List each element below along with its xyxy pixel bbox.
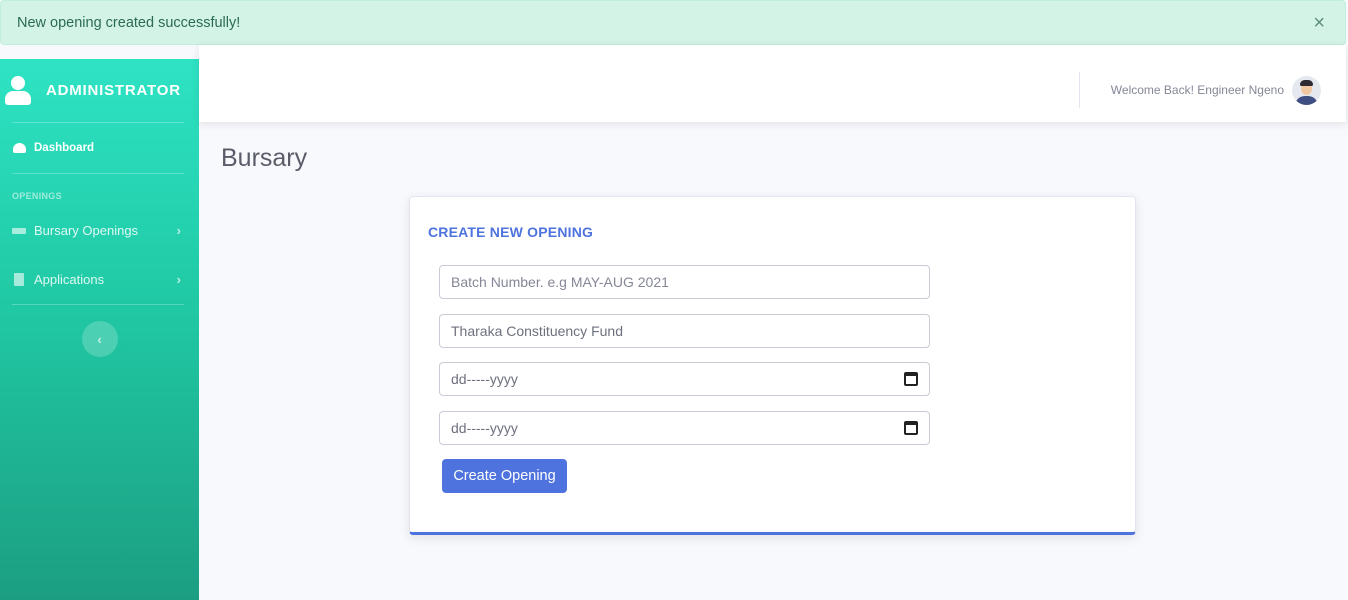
- avatar[interactable]: [1292, 75, 1321, 105]
- sidebar-item-label: Applications: [34, 272, 105, 287]
- sidebar-item-label: Bursary Openings: [34, 223, 139, 238]
- create-opening-button[interactable]: Create Opening: [442, 459, 567, 493]
- topbar: Welcome Back! Engineer Ngeno: [199, 45, 1346, 122]
- sidebar-item-label: Dashboard: [34, 142, 95, 154]
- sidebar-heading: OPENINGS: [12, 191, 62, 201]
- success-alert: New opening created successfully! ×: [0, 0, 1346, 45]
- sidebar-item-bursary-openings[interactable]: Bursary Openings ›: [0, 206, 199, 255]
- topbar-divider: [1078, 72, 1080, 108]
- welcome-text[interactable]: Welcome Back! Engineer Ngeno: [1111, 83, 1284, 97]
- brand-title: ADMINISTRATOR: [46, 82, 181, 99]
- sidebar-item-dashboard[interactable]: Dashboard: [0, 123, 199, 173]
- end-date-field[interactable]: dd-----yyyy: [439, 411, 930, 445]
- close-icon[interactable]: ×: [1313, 13, 1329, 33]
- fund-field[interactable]: [439, 314, 930, 348]
- sidebar: ADMINISTRATOR Dashboard OPENINGS Bursary…: [0, 59, 199, 600]
- end-date-value: dd-----yyyy: [451, 420, 518, 436]
- card-title: CREATE NEW OPENING: [428, 224, 594, 240]
- start-date-value: dd-----yyyy: [451, 371, 518, 387]
- chevron-right-icon: ›: [176, 223, 181, 238]
- calendar-icon[interactable]: [904, 372, 918, 386]
- sidebar-toggle-button[interactable]: ‹: [81, 321, 118, 357]
- sidebar-brand[interactable]: ADMINISTRATOR: [0, 59, 199, 122]
- user-icon: [5, 75, 31, 106]
- create-opening-card: CREATE NEW OPENING dd-----yyyy dd-----yy…: [409, 196, 1136, 535]
- fund-input[interactable]: [451, 323, 918, 339]
- batch-number-field[interactable]: [439, 265, 930, 299]
- dashboard-icon: [12, 143, 26, 153]
- page-title: Bursary: [221, 144, 308, 172]
- alert-message: New opening created successfully!: [17, 14, 241, 31]
- start-date-field[interactable]: dd-----yyyy: [439, 362, 930, 396]
- file-icon: [12, 273, 26, 286]
- chevron-right-icon: ›: [176, 272, 181, 287]
- batch-number-input[interactable]: [451, 274, 918, 290]
- bed-icon: [12, 227, 26, 234]
- calendar-icon[interactable]: [904, 421, 918, 435]
- sidebar-item-applications[interactable]: Applications ›: [0, 255, 199, 304]
